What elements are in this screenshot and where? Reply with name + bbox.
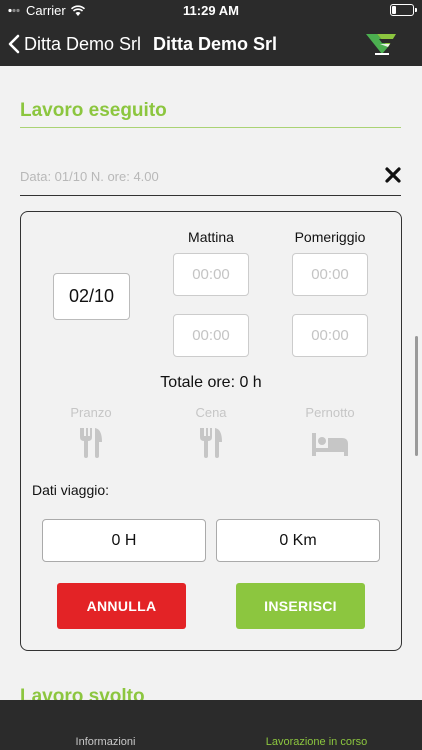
- dinner-label: Cena: [195, 405, 227, 420]
- morning-column-label: Mattina: [188, 229, 234, 245]
- afternoon-end-input[interactable]: [292, 314, 368, 357]
- travel-hours-field[interactable]: 0 H: [42, 519, 206, 562]
- travel-data-label: Dati viaggio:: [32, 482, 110, 498]
- tab-informazioni[interactable]: Informazioni: [0, 700, 211, 750]
- overnight-label: Pernotto: [305, 405, 355, 420]
- main-content[interactable]: Lavoro eseguito Mattina Pomeriggio 02/10…: [0, 66, 422, 700]
- afternoon-start-input[interactable]: [292, 253, 368, 296]
- travel-km-field[interactable]: 0 Km: [216, 519, 380, 562]
- overnight-toggle[interactable]: Pernotto: [285, 405, 375, 458]
- app-logo-icon: [366, 34, 396, 55]
- morning-end-input[interactable]: [173, 314, 249, 357]
- fork-knife-icon: [200, 428, 222, 458]
- tab-lavorazione-in-corso[interactable]: Lavorazione in corso: [211, 700, 422, 750]
- cancel-button[interactable]: ANNULLA: [57, 583, 186, 629]
- dinner-toggle[interactable]: Cena: [166, 405, 256, 458]
- afternoon-column-label: Pomeriggio: [294, 229, 366, 245]
- page-title: Ditta Demo Srl: [153, 34, 278, 54]
- insert-button[interactable]: INSERISCI: [236, 583, 365, 629]
- morning-start-input[interactable]: [173, 253, 249, 296]
- battery-icon: [390, 4, 417, 16]
- scrollbar[interactable]: [415, 336, 418, 456]
- back-button-label: Ditta Demo Srl: [24, 33, 142, 54]
- total-hours: Totale ore: 0 h: [160, 374, 262, 391]
- work-entry-form: Mattina Pomeriggio 02/10 Totale ore: 0 h…: [20, 211, 402, 651]
- summary-input[interactable]: [20, 162, 401, 196]
- next-section-title: Lavoro svolto: [20, 686, 145, 700]
- back-button[interactable]: Ditta Demo Srl: [8, 22, 141, 66]
- lunch-toggle[interactable]: Pranzo: [46, 405, 136, 458]
- bed-icon: [312, 433, 348, 456]
- navigation-bar: Ditta Demo Srl Ditta Demo Srl: [0, 22, 422, 66]
- fork-knife-icon: [80, 428, 102, 458]
- tab-bar: Informazioni Lavorazione in corso: [0, 700, 422, 750]
- status-bar: Carrier 11:29 AM: [0, 0, 422, 22]
- date-picker[interactable]: 02/10: [53, 273, 130, 320]
- status-time: 11:29 AM: [183, 3, 239, 18]
- close-icon[interactable]: [384, 166, 402, 184]
- lunch-label: Pranzo: [70, 405, 112, 420]
- chevron-left-icon: [8, 34, 20, 54]
- section-title: Lavoro eseguito: [20, 100, 167, 121]
- section-divider: [20, 127, 401, 128]
